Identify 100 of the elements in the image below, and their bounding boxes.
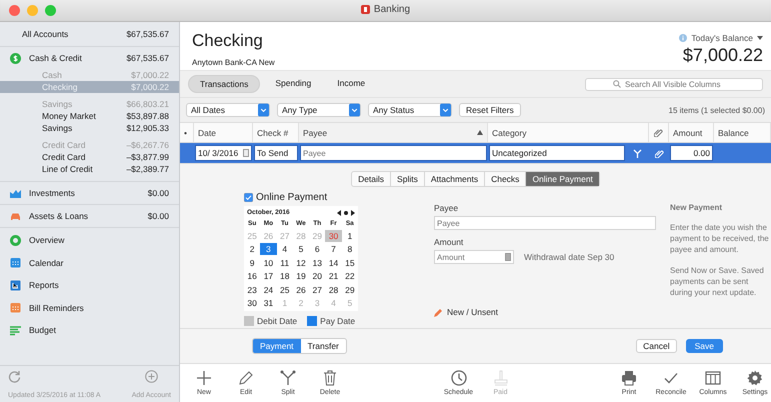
sidebar-nav-item[interactable]: Budget xyxy=(0,319,179,342)
sidebar-nav-item[interactable]: Reports xyxy=(0,274,179,296)
calendar-day[interactable]: 19 xyxy=(292,270,310,282)
mode-toggle[interactable]: Payment xyxy=(253,339,301,353)
paperclip-icon[interactable] xyxy=(654,148,664,158)
selected-row[interactable]: 10/ 3/2016 To Send Payee Uncategorized 0.00 xyxy=(180,143,771,163)
view-tab[interactable]: Income xyxy=(326,75,376,93)
calendar-day[interactable]: 20 xyxy=(309,270,326,282)
info-icon[interactable] xyxy=(679,34,688,42)
account-group-label: Credit Card xyxy=(42,140,86,150)
calendar-day[interactable]: 29 xyxy=(342,284,358,296)
calendar-day[interactable]: 15 xyxy=(342,256,358,269)
calendar-day[interactable]: 22 xyxy=(342,270,358,282)
detail-tab[interactable]: Attachments xyxy=(424,172,484,186)
category-field[interactable]: Uncategorized xyxy=(489,145,625,161)
account-amount: –$2,389.77 xyxy=(126,164,169,174)
reports-icon xyxy=(10,280,21,291)
calendar-day[interactable]: 5 xyxy=(292,243,310,256)
column-header[interactable]: Payee xyxy=(303,128,328,138)
account-row[interactable]: Credit Card –$3,877.99 xyxy=(0,151,179,163)
calendar-day[interactable]: 3 xyxy=(260,243,277,256)
view-tab[interactable]: Spending xyxy=(264,75,322,93)
checkbox[interactable] xyxy=(244,193,253,202)
filter-dropdown[interactable]: Any Type xyxy=(277,103,361,117)
column-header[interactable]: Category xyxy=(492,128,526,138)
sort-arrow-icon[interactable] xyxy=(477,130,483,135)
calendar-day[interactable]: 30 xyxy=(244,297,260,310)
account-row[interactable]: Savings $12,905.33 xyxy=(0,122,179,134)
calendar-day[interactable]: 7 xyxy=(325,243,342,256)
column-header[interactable]: • xyxy=(184,128,187,138)
detail-tab[interactable]: Details xyxy=(352,172,390,186)
column-header[interactable]: Balance xyxy=(718,128,749,138)
bank-name: Anytown Bank-CA New xyxy=(192,58,275,67)
check-number-field[interactable]: To Send xyxy=(254,145,298,161)
calendar-day[interactable]: 17 xyxy=(260,270,277,282)
account-amount: $53,897.88 xyxy=(126,111,169,121)
calendar-day[interactable]: 21 xyxy=(325,270,342,282)
calendar-day[interactable]: 16 xyxy=(244,270,260,282)
calendar-day[interactable]: 8 xyxy=(342,243,358,256)
calendar-day[interactable]: 26 xyxy=(292,284,310,296)
column-header[interactable]: Check # xyxy=(257,128,288,138)
calendar-day[interactable]: 24 xyxy=(260,284,277,296)
split-icon[interactable] xyxy=(633,148,642,158)
account-row[interactable]: Money Market $53,897.88 xyxy=(0,110,179,122)
column-header[interactable]: Amount xyxy=(673,128,702,138)
close-button[interactable] xyxy=(9,5,20,16)
calendar-day[interactable]: 9 xyxy=(244,256,260,269)
section-label: Investments xyxy=(29,188,76,198)
account-name: Money Market xyxy=(42,111,96,121)
sidebar-nav-item[interactable]: Calendar xyxy=(0,252,179,274)
caret-icon[interactable] xyxy=(757,36,763,40)
sidebar-item[interactable]: All Accounts xyxy=(22,29,68,39)
filter-dropdown[interactable]: Any Status xyxy=(368,103,452,117)
mode-toggle[interactable]: Transfer xyxy=(300,339,346,353)
zoom-button[interactable] xyxy=(45,5,56,16)
payment-amount-field[interactable]: Amount xyxy=(434,250,514,264)
calendar-day[interactable]: 31 xyxy=(260,297,277,310)
calendar-day[interactable]: 10 xyxy=(260,256,277,269)
calendar-day[interactable]: 14 xyxy=(325,256,342,269)
sidebar-item[interactable]: Cash & Credit xyxy=(29,53,118,63)
stamp-icon xyxy=(492,370,508,386)
legend-label: Pay Date xyxy=(320,316,356,326)
legend-label: Debit Date xyxy=(257,316,298,326)
refresh-button[interactable] xyxy=(8,370,21,383)
detail-tab[interactable]: Splits xyxy=(390,172,424,186)
reset-filters-button[interactable]: Reset Filters xyxy=(459,103,521,117)
filter-dropdown[interactable]: All Dates xyxy=(186,103,270,117)
calendar-day[interactable]: 18 xyxy=(276,270,293,282)
sidebar-nav-item[interactable]: Bill Reminders xyxy=(0,296,179,319)
calendar-day[interactable]: 6 xyxy=(309,243,326,256)
ring-icon xyxy=(10,234,21,246)
payee-field[interactable]: Payee xyxy=(300,145,487,161)
account-amount: $67,535.67 xyxy=(126,53,169,63)
search-field[interactable]: Search All Visible Columns xyxy=(585,78,763,90)
save-button[interactable]: Save xyxy=(686,339,723,353)
column-header[interactable]: Date xyxy=(198,128,216,138)
detail-tab[interactable]: Online Payment xyxy=(525,172,599,186)
sidebar-item[interactable]: Investments $0.00 xyxy=(0,181,179,204)
calendar-day[interactable]: 2 xyxy=(244,243,260,256)
sidebar-item[interactable]: Assets & Loans $0.00 xyxy=(0,204,179,227)
calendar-day[interactable]: 11 xyxy=(276,256,293,269)
account-row[interactable]: Line of Credit –$2,389.77 xyxy=(0,163,179,175)
sidebar-nav-item[interactable]: Overview xyxy=(0,229,179,252)
account-amount: $7,000.22 xyxy=(131,70,169,80)
balance-label[interactable]: Today's Balance xyxy=(691,33,753,43)
payee-input-field[interactable]: Payee xyxy=(434,216,656,230)
calendar-day[interactable]: 1 xyxy=(342,230,358,242)
calendar-day[interactable]: 27 xyxy=(309,284,326,296)
calendar-day[interactable]: 23 xyxy=(244,284,260,296)
calendar-day[interactable]: 25 xyxy=(276,284,293,296)
view-tab[interactable]: Transactions xyxy=(188,75,260,93)
transaction-amount-field[interactable]: 0.00 xyxy=(670,145,713,161)
date-field[interactable]: 10/ 3/2016 xyxy=(195,145,252,161)
calendar-day[interactable]: 4 xyxy=(276,243,293,256)
cancel-button[interactable]: Cancel xyxy=(636,339,677,353)
calendar-day[interactable]: 28 xyxy=(325,284,342,296)
account-name: Savings xyxy=(42,123,72,133)
calendar-day[interactable]: 13 xyxy=(309,256,326,269)
month-navigation-icon[interactable] xyxy=(337,210,355,216)
calendar-day[interactable]: 12 xyxy=(292,256,310,269)
